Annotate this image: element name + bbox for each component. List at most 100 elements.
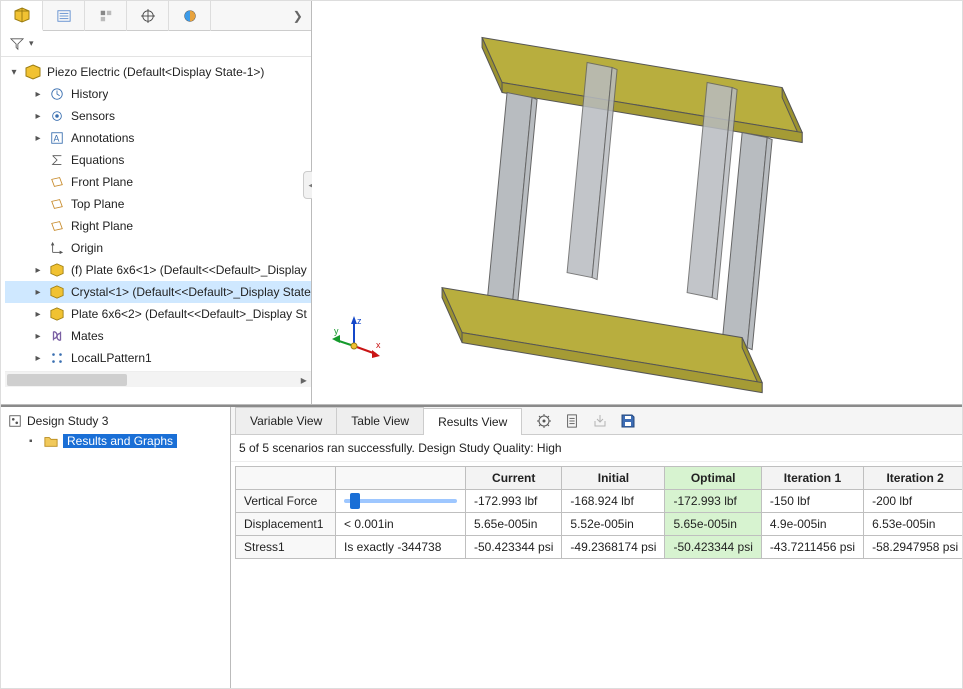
- col-header[interactable]: Current: [466, 467, 562, 490]
- tree-item[interactable]: Right Plane: [5, 215, 311, 237]
- tree-item-label: (f) Plate 6x6<1> (Default<<Default>_Disp…: [71, 263, 307, 277]
- funnel-icon[interactable]: [9, 36, 25, 52]
- view-triad[interactable]: z x y: [332, 314, 382, 364]
- study-root[interactable]: Design Study 3: [7, 411, 224, 431]
- svg-text:y: y: [334, 326, 339, 336]
- tree-item-label: Plate 6x6<2> (Default<<Default>_Display …: [71, 307, 307, 321]
- part-icon: [49, 262, 65, 278]
- result-cell: 5.65e-005in: [466, 513, 562, 536]
- results-tab[interactable]: Variable View: [235, 407, 337, 434]
- result-cell: -172.993 lbf: [665, 490, 761, 513]
- graphics-viewport[interactable]: z x y: [312, 1, 962, 404]
- tree-item-label: Crystal<1> (Default<<Default>_Display St…: [71, 285, 311, 299]
- col-header[interactable]: Iteration 2: [864, 467, 963, 490]
- tree-item-label: History: [71, 87, 108, 101]
- tab-configuration-manager[interactable]: [85, 1, 127, 31]
- target-icon: [140, 8, 156, 24]
- constraint-cell: Is exactly -344738: [336, 536, 466, 559]
- options-icon[interactable]: [535, 412, 553, 430]
- tree-item[interactable]: Equations: [5, 149, 311, 171]
- results-tab[interactable]: Results View: [423, 408, 522, 435]
- expand-icon[interactable]: ▸: [33, 265, 43, 276]
- tree-item[interactable]: ▸ Plate 6x6<2> (Default<<Default>_Display…: [5, 303, 311, 325]
- design-study-panel: Design Study 3 ▪ Results and Graphs Vari…: [1, 405, 962, 688]
- expand-icon[interactable]: ▸: [33, 353, 43, 364]
- tab-feature-manager[interactable]: [1, 1, 43, 31]
- save-icon[interactable]: [619, 412, 637, 430]
- scroll-right-icon[interactable]: ▸: [297, 373, 311, 387]
- tab-property-manager[interactable]: [43, 1, 85, 31]
- col-header[interactable]: Initial: [562, 467, 665, 490]
- list-icon: [56, 8, 72, 24]
- result-cell: -49.2368174 psi: [562, 536, 665, 559]
- expand-icon[interactable]: ▸: [33, 309, 43, 320]
- config-icon: [98, 8, 114, 24]
- expand-icon[interactable]: ▸: [33, 331, 43, 342]
- part-icon: [49, 306, 65, 322]
- expand-icon[interactable]: ▸: [33, 287, 43, 298]
- tab-display-manager[interactable]: [169, 1, 211, 31]
- history-icon: [49, 86, 65, 102]
- tree-expand-icon[interactable]: ▪: [29, 436, 39, 447]
- tree-item[interactable]: ▸Mates: [5, 325, 311, 347]
- tree-hscrollbar[interactable]: ◂ ▸: [5, 371, 311, 387]
- tree-item[interactable]: ▸AAnnotations: [5, 127, 311, 149]
- study-results-label: Results and Graphs: [63, 434, 177, 448]
- tree-root-label: Piezo Electric (Default<Display State-1>…: [47, 65, 264, 79]
- tree-item[interactable]: Top Plane: [5, 193, 311, 215]
- tree-item[interactable]: ▸ (f) Plate 6x6<1> (Default<<Default>_Dis…: [5, 259, 311, 281]
- study-tree[interactable]: Design Study 3 ▪ Results and Graphs: [1, 407, 231, 688]
- tree-item-label: Front Plane: [71, 175, 133, 189]
- app-window: ◂: [0, 0, 963, 689]
- plane-icon: [49, 218, 65, 234]
- plane-icon: [49, 196, 65, 212]
- sigma-icon: [49, 152, 65, 168]
- svg-text:x: x: [376, 340, 381, 350]
- sensor-icon: [49, 108, 65, 124]
- result-cell: -50.423344 psi: [466, 536, 562, 559]
- results-tab[interactable]: Table View: [336, 407, 424, 434]
- tree-item[interactable]: Front Plane: [5, 171, 311, 193]
- row-header: Stress1: [236, 536, 336, 559]
- scroll-thumb[interactable]: [7, 374, 127, 386]
- col-header[interactable]: Optimal: [665, 467, 761, 490]
- filter-dropdown-icon[interactable]: ▾: [29, 38, 34, 49]
- result-cell: 5.65e-005in: [665, 513, 761, 536]
- result-cell: 6.53e-005in: [864, 513, 963, 536]
- expand-icon[interactable]: ▸: [33, 111, 43, 122]
- expand-icon[interactable]: ▸: [33, 89, 43, 100]
- col-blank: [236, 467, 336, 490]
- expand-icon[interactable]: ▸: [33, 133, 43, 144]
- export-icon[interactable]: [591, 412, 609, 430]
- tree-item[interactable]: ▸ History: [5, 83, 311, 105]
- model-render: [312, 1, 962, 404]
- tabstrip-overflow[interactable]: ❯: [285, 9, 311, 23]
- pattern-icon: [49, 350, 65, 366]
- constraint-cell: < 0.001in: [336, 513, 466, 536]
- part-icon: [49, 284, 65, 300]
- study-results-node[interactable]: ▪ Results and Graphs: [7, 431, 224, 451]
- table-row: Vertical Force-172.993 lbf-168.924 lbf-1…: [236, 490, 963, 513]
- tree-item[interactable]: ▸ Crystal<1> (Default<<Default>_Display S…: [5, 281, 311, 303]
- collapse-icon[interactable]: ▾: [9, 67, 19, 78]
- feature-manager-panel: ◂: [1, 1, 312, 404]
- manager-tabstrip: ❯: [1, 1, 311, 31]
- col-header[interactable]: Iteration 1: [761, 467, 863, 490]
- tab-dimxpert[interactable]: [127, 1, 169, 31]
- plane-icon: [49, 174, 65, 190]
- feature-tree[interactable]: ▾ Piezo Electric (Default<Display State-…: [1, 57, 311, 404]
- tree-item-label: Sensors: [71, 109, 115, 123]
- tree-item[interactable]: ▸LocalLPattern1: [5, 347, 311, 369]
- report-icon[interactable]: [563, 412, 581, 430]
- variable-slider[interactable]: [336, 490, 466, 513]
- study-root-label: Design Study 3: [27, 414, 108, 428]
- tree-item[interactable]: ▸ Sensors: [5, 105, 311, 127]
- table-row: Displacement1< 0.001in5.65e-005in5.52e-0…: [236, 513, 963, 536]
- assembly-icon: [25, 64, 41, 80]
- result-cell: -150 lbf: [761, 490, 863, 513]
- row-header: Displacement1: [236, 513, 336, 536]
- result-cell: -58.2947958 psi: [864, 536, 963, 559]
- tree-root[interactable]: ▾ Piezo Electric (Default<Display State-…: [5, 61, 311, 83]
- result-cell: -50.423344 psi: [665, 536, 761, 559]
- tree-item[interactable]: Origin: [5, 237, 311, 259]
